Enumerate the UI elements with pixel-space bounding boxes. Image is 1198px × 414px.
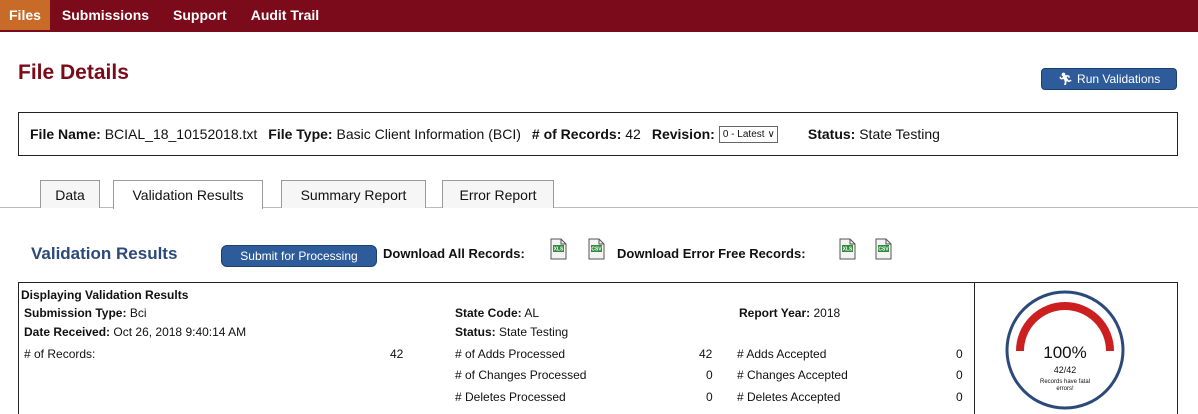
csv-file-icon[interactable]: CSV — [586, 238, 606, 260]
tab-summary-report[interactable]: Summary Report — [281, 180, 426, 208]
file-info-bar: File Name: BCIAL_18_10152018.txt File Ty… — [18, 112, 1178, 156]
gauge-ratio: 42/42 — [1054, 365, 1077, 375]
adds-processed-label: # of Adds Processed — [455, 347, 566, 361]
download-all-label: Download All Records: — [383, 246, 525, 261]
changes-accepted-value: 0 — [956, 368, 963, 382]
file-type-label: File Type: — [268, 126, 333, 142]
xls-icon-text: XLS — [554, 247, 564, 253]
state-code-value: AL — [524, 306, 540, 320]
validation-results-panel: Displaying Validation Results Submission… — [18, 282, 1178, 414]
report-year-label: Report Year: — [739, 306, 811, 320]
tab-data[interactable]: Data — [40, 180, 100, 208]
deletes-processed-label: # Deletes Processed — [455, 390, 566, 404]
date-received-value: Oct 26, 2018 9:40:14 AM — [113, 325, 247, 339]
records-label: # of Records: — [531, 126, 622, 142]
xls-icon-text: XLS — [843, 247, 853, 253]
results-divider — [974, 283, 975, 414]
results-heading: Displaying Validation Results — [21, 288, 189, 302]
run-validations-button[interactable]: 🏃︎ Run Validations — [1041, 68, 1177, 90]
adds-accepted-label: # Adds Accepted — [737, 347, 827, 361]
file-type-value: Basic Client Information (BCI) — [336, 126, 521, 142]
submission-type-label: Submission Type: — [24, 306, 127, 320]
submit-for-processing-button[interactable]: Submit for Processing — [221, 245, 377, 267]
top-nav: Files Submissions Support Audit Trail — [0, 0, 1198, 32]
revision-selected-value: 0 - Latest — [722, 128, 765, 140]
revision-label: Revision: — [651, 126, 715, 142]
gauge-percent: 100% — [1043, 343, 1086, 362]
gauge-caption-line-2: errors! — [1056, 386, 1074, 392]
tab-error-report[interactable]: Error Report — [442, 180, 554, 208]
results-records-label: # of Records: — [24, 347, 96, 361]
results-status-label: Status: — [455, 325, 496, 339]
validation-results-title: Validation Results — [31, 244, 178, 263]
page-title: File Details — [18, 61, 129, 84]
progress-gauge: 100% 42/42 Records have fatal errors! — [1005, 290, 1125, 410]
status-label: Status: — [807, 126, 856, 142]
date-received-label: Date Received: — [24, 325, 111, 339]
status-value: State Testing — [859, 126, 940, 142]
submission-type-value: Bci — [129, 306, 147, 320]
changes-processed-label: # of Changes Processed — [455, 368, 587, 382]
download-error-free-label: Download Error Free Records: — [617, 246, 806, 261]
state-code-label: State Code: — [455, 306, 522, 320]
nav-item-support[interactable]: Support — [161, 0, 239, 30]
revision-select[interactable]: 0 - Latest ∨ — [718, 125, 778, 143]
running-person-icon: 🏃︎ — [1057, 72, 1074, 86]
tab-validation-results[interactable]: Validation Results — [113, 180, 263, 209]
deletes-accepted-value: 0 — [956, 390, 963, 404]
xls-file-icon[interactable]: XLS — [548, 238, 568, 260]
run-validations-label: Run Validations — [1077, 72, 1161, 86]
nav-item-audit-trail[interactable]: Audit Trail — [239, 0, 331, 30]
nav-item-files[interactable]: Files — [0, 0, 50, 30]
csv-icon-text: CSV — [878, 247, 889, 253]
changes-accepted-label: # Changes Accepted — [737, 368, 848, 382]
adds-processed-value: 42 — [699, 347, 713, 361]
csv-icon-text: CSV — [591, 247, 602, 253]
xls-file-icon[interactable]: XLS — [837, 238, 857, 260]
file-name-label: File Name: — [30, 126, 101, 142]
report-year-value: 2018 — [813, 306, 841, 320]
gauge-caption-line-1: Records have fatal — [1040, 379, 1090, 385]
results-status-value: State Testing — [499, 325, 569, 339]
deletes-processed-value: 0 — [706, 390, 713, 404]
deletes-accepted-label: # Deletes Accepted — [737, 390, 841, 404]
results-records-value: 42 — [390, 347, 404, 361]
changes-processed-value: 0 — [706, 368, 713, 382]
nav-item-submissions[interactable]: Submissions — [50, 0, 161, 30]
adds-accepted-value: 0 — [956, 347, 963, 361]
csv-file-icon[interactable]: CSV — [873, 238, 893, 260]
file-name-value: BCIAL_18_10152018.txt — [104, 126, 258, 142]
records-value: 42 — [625, 126, 641, 142]
chevron-down-icon: ∨ — [767, 128, 775, 140]
